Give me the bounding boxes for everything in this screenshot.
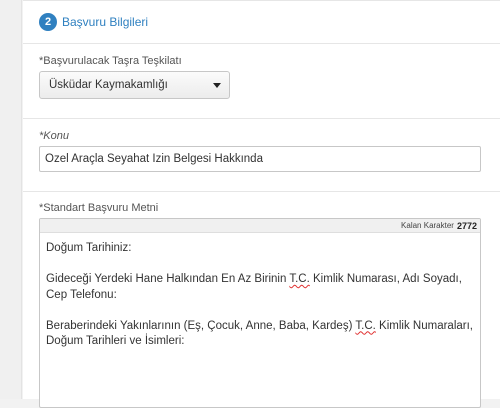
step-title: Başvuru Bilgileri (62, 15, 149, 29)
organization-label: *Başvurulacak Taşra Teşkilatı (39, 55, 182, 67)
text-line-relatives: Beraberindeki Yakınlarının (Eş, Çocuk, A… (46, 319, 474, 350)
section-divider (23, 43, 500, 44)
step-header: 2 Başvuru Bilgileri (39, 12, 148, 32)
text-line-household-member: Gideceği Yerdeki Hane Halkından En Az Bi… (46, 272, 474, 303)
field-divider (23, 118, 500, 119)
left-margin-strip (0, 0, 22, 399)
subject-input[interactable] (39, 146, 481, 172)
remaining-characters-label: Kalan Karakter (401, 221, 454, 230)
step-number-badge: 2 (39, 13, 57, 31)
caret-down-icon (213, 83, 221, 88)
application-info-panel: 2 Başvuru Bilgileri *Başvurulacak Taşra … (23, 0, 500, 408)
text-segment: Beraberindeki Yakınlarının (Eş, Çocuk, A… (46, 319, 356, 332)
spellcheck-word: T.C. (289, 273, 310, 285)
top-divider (23, 0, 500, 1)
remaining-characters-count: 2772 (456, 220, 477, 231)
organization-selected-value: Üsküdar Kaymakamlığı (49, 79, 168, 91)
organization-select[interactable]: Üsküdar Kaymakamlığı (39, 71, 230, 99)
text-segment: Gideceği Yerdeki Hane Halkından En Az Bi… (46, 273, 290, 285)
field-divider (23, 191, 500, 192)
standard-text-label: *Standart Başvuru Metni (39, 202, 159, 214)
text-line-birth-date: Doğum Tarihiniz: (46, 242, 132, 254)
spellcheck-word: T.C. (355, 319, 376, 332)
standard-text-textarea[interactable]: Kalan Karakter 2772 Doğum Tarihiniz: Gid… (39, 218, 481, 408)
textarea-content[interactable]: Doğum Tarihiniz: Gideceği Yerdeki Hane H… (40, 233, 480, 350)
subject-label: *Konu (39, 130, 69, 142)
character-counter: Kalan Karakter 2772 (40, 219, 480, 233)
